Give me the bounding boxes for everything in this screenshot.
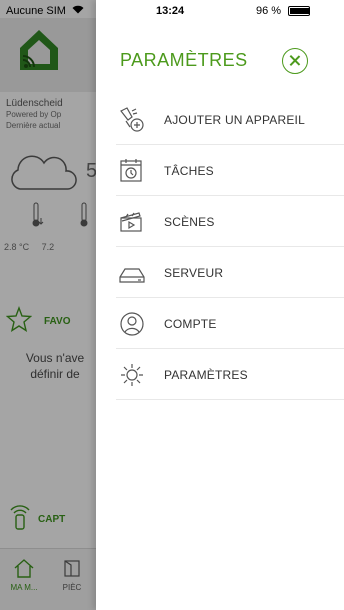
menu-item-label: TÂCHES — [164, 164, 214, 178]
menu-item-label: SCÈNES — [164, 215, 215, 229]
battery-fill — [290, 8, 310, 15]
menu-item-label: PARAMÈTRES — [164, 368, 248, 382]
menu-item-label: SERVEUR — [164, 266, 224, 280]
gear-icon — [118, 362, 146, 388]
menu-item-add-device[interactable]: AJOUTER UN APPAREIL — [116, 94, 344, 145]
menu-item-scenes[interactable]: SCÈNES — [116, 196, 344, 247]
menu-item-tasks[interactable]: TÂCHES — [116, 145, 344, 196]
dim-overlay[interactable] — [0, 0, 96, 610]
server-icon — [118, 260, 146, 286]
menu-item-settings[interactable]: PARAMÈTRES — [116, 349, 344, 400]
settings-drawer: 13:24 96 % PARAMÈTRES AJOUTER UN APPAREI… — [96, 0, 344, 610]
user-icon — [118, 311, 146, 337]
status-battery: 96 % — [256, 5, 311, 17]
clapperboard-icon — [118, 209, 146, 235]
add-device-icon — [118, 107, 146, 133]
status-time: 13:24 — [156, 5, 185, 17]
menu-item-server[interactable]: SERVEUR — [116, 247, 344, 298]
battery-icon — [288, 6, 311, 17]
calendar-clock-icon — [118, 158, 146, 184]
drawer-title: PARAMÈTRES — [120, 50, 248, 70]
battery-text: 96 % — [256, 5, 282, 17]
menu-item-account[interactable]: COMPTE — [116, 298, 344, 349]
menu-item-label: AJOUTER UN APPAREIL — [164, 113, 305, 127]
drawer-menu: AJOUTER UN APPAREIL TÂCHES SCÈNES SERVEU… — [116, 94, 344, 400]
menu-item-label: COMPTE — [164, 317, 217, 331]
close-button[interactable] — [282, 48, 308, 74]
